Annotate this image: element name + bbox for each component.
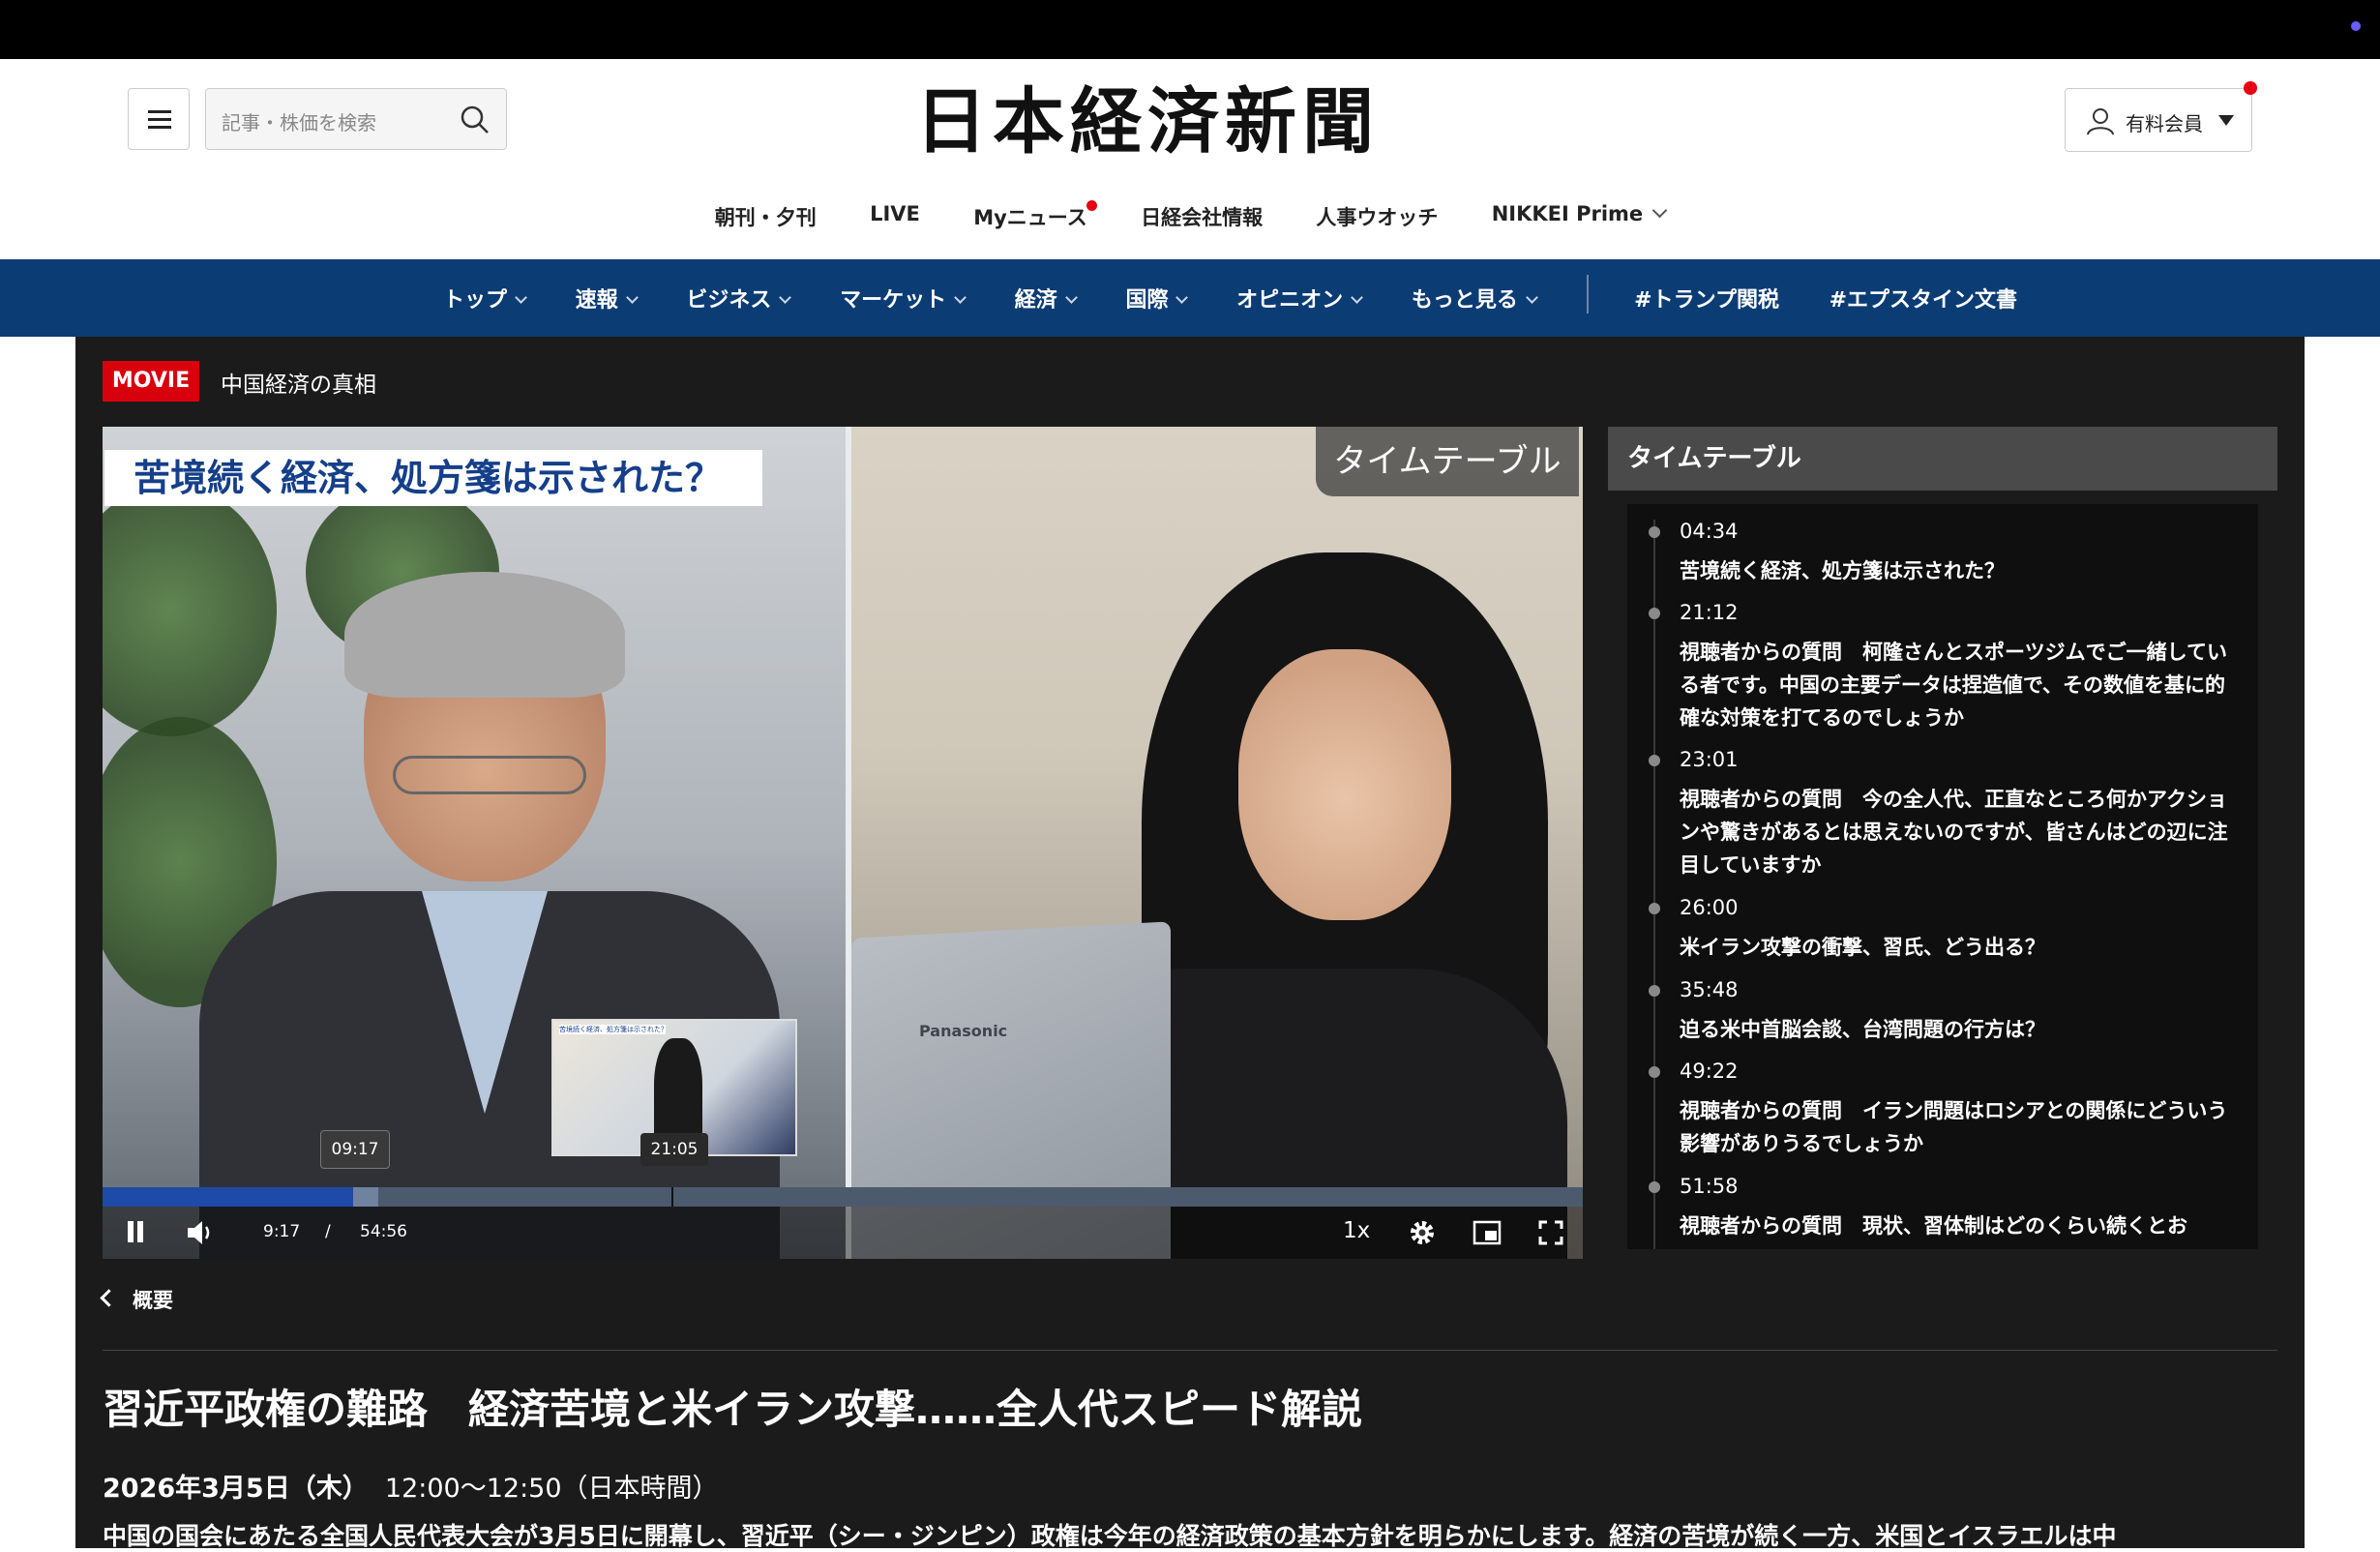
video-page: MOVIE 中国経済の真相 Panasonic 苦境続く経済、処方箋は示された？… (75, 337, 2305, 1550)
summary-toggle[interactable]: 概要 (100, 1285, 173, 1314)
nav-item-top[interactable]: トップ (443, 283, 527, 313)
progress-bar[interactable] (103, 1187, 1583, 1207)
notification-dot (2244, 81, 2257, 95)
member-label: 有料会員 (2126, 112, 2203, 135)
notification-dot (1086, 200, 1097, 211)
preview-time-label: 21:05 (640, 1133, 708, 1166)
player-controls: 9:17 / 54:56 1x (103, 1207, 1583, 1259)
search-icon[interactable] (460, 104, 491, 135)
nav-item-business[interactable]: ビジネス (686, 283, 792, 313)
movie-badge: MOVIE (103, 361, 199, 402)
nav-item-sokuho[interactable]: 速報 (576, 283, 639, 313)
user-icon (2087, 108, 2114, 135)
timetable-overlay-button[interactable]: タイムテーブル (1316, 427, 1579, 496)
hamburger-icon (148, 110, 171, 113)
progress-hover-marker (670, 1187, 673, 1207)
search-input[interactable]: 記事・株価を検索 (205, 88, 507, 150)
chevron-down-icon (1064, 291, 1078, 304)
status-dot (2351, 21, 2361, 31)
timetable-list[interactable]: 04:34 苦境続く経済、処方箋は示された？ 21:12 視聴者からの質問 柯隆… (1627, 504, 2258, 1249)
nav-tag-tariff[interactable]: #トランプ関税 (1634, 283, 1779, 313)
glasses (393, 756, 586, 794)
article-title: 習近平政権の難路 経済苦境と米イラン攻撃……全人代スピード解説 (103, 1386, 1363, 1433)
gear-icon[interactable] (1408, 1218, 1437, 1247)
subnav-item-company[interactable]: 日経会社情報 (1141, 202, 1263, 231)
timeline-dot (1649, 1181, 1660, 1193)
pause-icon[interactable] (126, 1221, 145, 1242)
timeline-dot (1649, 903, 1660, 914)
playback-speed-button[interactable]: 1x (1343, 1218, 1370, 1243)
subnav-item-paper[interactable]: 朝刊・夕刊 (715, 202, 817, 231)
browser-top-bar (0, 0, 2380, 59)
time-separator: / (325, 1222, 331, 1241)
sub-navigation: 朝刊・夕刊 LIVE Myニュース 日経会社情報 人事ウオッチ NIKKEI P… (0, 200, 2380, 241)
duration: 54:56 (360, 1222, 407, 1241)
video-frame-right: Panasonic (851, 427, 1583, 1259)
guest-face (1238, 649, 1451, 920)
chevron-down-icon (625, 291, 639, 304)
chevron-down-icon (515, 291, 527, 304)
laptop-brand: Panasonic (919, 1022, 1008, 1040)
chevron-down-icon (1651, 202, 1668, 219)
subnav-item-jinji[interactable]: 人事ウオッチ (1316, 202, 1438, 231)
timetable-panel: タイムテーブル 04:34 苦境続く経済、処方箋は示された？ 21:12 視聴者… (1608, 427, 2277, 1259)
timetable-title: タイムテーブル (1608, 427, 2277, 491)
video-headline: 苦境続く経済、処方箋は示された？ (104, 450, 762, 506)
search-placeholder: 記事・株価を検索 (222, 111, 376, 134)
member-button[interactable]: 有料会員 (2065, 81, 2257, 152)
chevron-down-icon (1175, 291, 1189, 304)
volume-icon[interactable] (186, 1219, 215, 1246)
subnav-item-prime[interactable]: NIKKEI Prime (1492, 202, 1668, 225)
nav-item-more[interactable]: もっと見る (1412, 283, 1538, 313)
subnav-item-live[interactable]: LIVE (870, 202, 920, 225)
nav-item-international[interactable]: 国際 (1125, 283, 1189, 313)
chevron-down-icon (1351, 291, 1364, 304)
subnav-item-mynews[interactable]: Myニュース (973, 200, 1097, 231)
timeline-dot (1649, 755, 1660, 766)
series-link[interactable]: 中国経済の真相 (221, 366, 376, 399)
site-logo[interactable]: 日本経済新聞 (915, 80, 1465, 164)
caret-down-icon (2218, 115, 2234, 126)
site-header: 記事・株価を検索 日本経済新聞 有料会員 朝刊・夕刊 LIVE Myニュース 日… (0, 59, 2380, 259)
chevron-down-icon (1525, 291, 1538, 304)
nav-item-market[interactable]: マーケット (840, 283, 967, 313)
timeline-dot (1649, 526, 1660, 538)
picture-in-picture-icon[interactable] (1473, 1220, 1502, 1245)
broadcast-date: 2026年3月5日（木） 12:00～12:50（日本時間） (103, 1474, 719, 1504)
chevron-left-icon (100, 1289, 118, 1307)
chevron-down-icon (954, 291, 967, 304)
nav-item-opinion[interactable]: オピニオン (1236, 283, 1364, 313)
main-navigation: トップ 速報 ビジネス マーケット 経済 国際 オピニオン もっと見る #トラン… (0, 259, 2380, 337)
timeline-dot (1649, 1066, 1660, 1078)
hover-time-tooltip: 09:17 (320, 1130, 390, 1169)
nav-divider (1586, 275, 1589, 313)
nav-item-economy[interactable]: 経済 (1015, 283, 1078, 313)
divider (103, 1350, 2277, 1351)
fullscreen-icon[interactable] (1538, 1220, 1563, 1245)
chevron-down-icon (779, 291, 792, 304)
nav-tag-epstein[interactable]: #エプスタイン文書 (1830, 283, 2017, 313)
menu-button[interactable] (128, 88, 190, 150)
article-description: 中国の国会にあたる全国人民代表大会が3月5日に開幕し、習近平（シー・ジンピン）政… (103, 1522, 2117, 1550)
progress-played (103, 1187, 353, 1207)
video-player[interactable]: Panasonic 苦境続く経済、処方箋は示された？ タイムテーブル 苦境続く経… (103, 427, 1583, 1259)
timeline-dot (1649, 985, 1660, 997)
current-time: 9:17 (263, 1222, 301, 1241)
timeline-dot (1649, 608, 1660, 619)
progress-buffered (352, 1187, 378, 1207)
